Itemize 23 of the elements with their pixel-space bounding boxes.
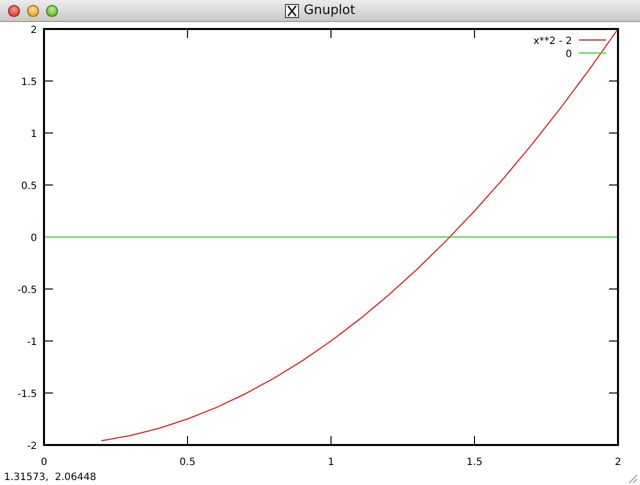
x-tick-label: 0 xyxy=(40,457,48,468)
legend-label: 0 xyxy=(566,49,572,60)
x-tick-label: 0.5 xyxy=(180,457,196,468)
zoom-button[interactable] xyxy=(46,4,58,16)
y-tick-label: -2 xyxy=(27,441,37,452)
y-tick-label: -0.5 xyxy=(17,285,37,296)
y-tick-label: 0.5 xyxy=(21,181,37,192)
x-tick-label: 1 xyxy=(328,457,334,468)
y-tick-label: -1.5 xyxy=(17,389,37,400)
y-tick-label: 0 xyxy=(30,233,37,244)
y-tick-label: 2 xyxy=(30,25,37,36)
y-tick-label: -1 xyxy=(27,337,37,348)
y-tick-label: 1.5 xyxy=(21,77,37,88)
cursor-coordinates: 1.31573, 2.06448 xyxy=(4,472,96,483)
legend-label: x**2 - 2 xyxy=(533,36,572,47)
resize-grip-icon[interactable] xyxy=(626,472,638,484)
x-tick-label: 2 xyxy=(614,457,622,468)
y-tick-label: 1 xyxy=(30,129,37,140)
minimize-button[interactable] xyxy=(27,4,39,16)
x11-icon xyxy=(284,4,299,18)
close-button[interactable] xyxy=(8,4,20,16)
window-title: Gnuplot xyxy=(304,3,356,18)
x-tick-label: 1.5 xyxy=(466,457,482,468)
